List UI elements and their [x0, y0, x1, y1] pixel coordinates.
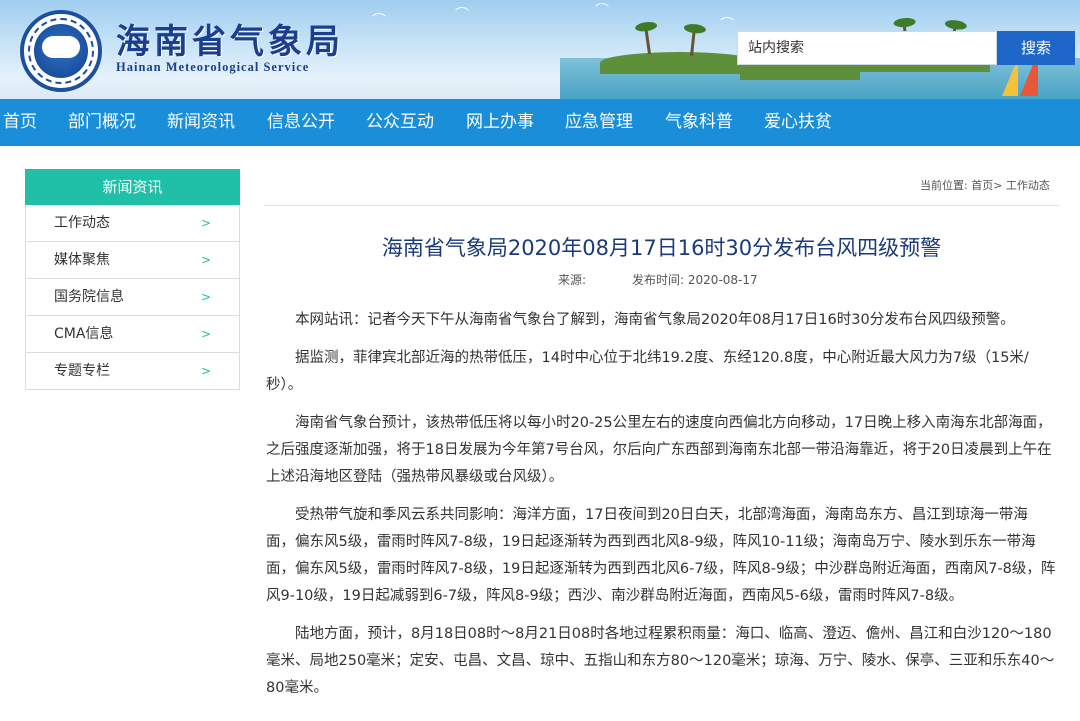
nav-item-about[interactable]: 部门概况 [68, 99, 136, 146]
nav-item-home[interactable]: 首页 [3, 99, 37, 146]
article-source: 来源: [558, 273, 587, 287]
search-input[interactable]: 站内搜索 [737, 31, 997, 65]
sidebar-item-media-focus[interactable]: 媒体聚焦 > [25, 242, 240, 279]
chevron-right-icon: > [200, 253, 211, 267]
nav-item-poverty-relief[interactable]: 爱心扶贫 [764, 99, 832, 146]
bird-icon: ⌒ [372, 13, 386, 29]
article-meta: 来源: 发布时间: 2020-08-17 [558, 271, 804, 288]
palm-tree-icon [644, 28, 651, 55]
nav-item-science[interactable]: 气象科普 [665, 99, 733, 146]
sidebar-item-label: 工作动态 [54, 215, 110, 231]
site-title[interactable]: 海南省气象局 [116, 14, 344, 63]
sidebar-item-label: CMA信息 [54, 326, 114, 342]
nav-item-emergency[interactable]: 应急管理 [565, 99, 633, 146]
bird-icon: ⌒ [720, 17, 734, 33]
chevron-right-icon: > [200, 216, 211, 230]
bird-icon: ⌒ [455, 7, 469, 23]
article-date: 发布时间: 2020-08-17 [632, 273, 758, 287]
chevron-right-icon: > [200, 290, 211, 304]
divider [264, 205, 1059, 206]
article-title: 海南省气象局2020年08月17日16时30分发布台风四级预警 [381, 236, 942, 260]
chevron-right-icon: > [200, 327, 211, 341]
main-nav: 首页 部门概况 新闻资讯 信息公开 公众互动 网上办事 应急管理 气象科普 爱心… [0, 99, 1080, 146]
cloud-icon [42, 36, 80, 58]
sidebar-item-state-council[interactable]: 国务院信息 > [25, 279, 240, 316]
site-subtitle: Hainan Meteorological Service [116, 60, 310, 74]
site-logo[interactable] [20, 10, 102, 92]
nav-item-disclosure[interactable]: 信息公开 [267, 99, 335, 146]
article-paragraph: 海南省气象台预计，该热带低压将以每小时20-25公里左右的速度向西偏北方向移动，… [266, 415, 1052, 485]
article-paragraph: 陆地方面，预计，8月18日08时～8月21日08时各地过程累积雨量：海口、临高、… [266, 626, 1055, 696]
sidebar-heading: 新闻资讯 [25, 169, 240, 205]
sidebar-item-work-news[interactable]: 工作动态 > [25, 205, 240, 242]
article-paragraph: 本网站讯：记者今天下午从海南省气象台了解到，海南省气象局2020年08月17日1… [295, 312, 1015, 328]
site-header: ⌒ ⌒ ⌒ ⌒ 海南省气象局 Hainan Meteorological Ser… [0, 0, 1080, 99]
sidebar: 新闻资讯 工作动态 > 媒体聚焦 > 国务院信息 > CMA信息 > 专题专栏 … [25, 169, 240, 390]
sidebar-item-label: 国务院信息 [54, 289, 124, 305]
sidebar-item-special-topics[interactable]: 专题专栏 > [25, 353, 240, 390]
sidebar-item-label: 媒体聚焦 [54, 252, 110, 268]
article-body: 本网站讯：记者今天下午从海南省气象台了解到，海南省气象局2020年08月17日1… [266, 307, 1056, 713]
sidebar-item-label: 专题专栏 [54, 363, 110, 379]
article-paragraph: 据监测，菲律宾北部近海的热带低压，14时中心位于北纬19.2度、东经120.8度… [266, 350, 1029, 393]
breadcrumb[interactable]: 当前位置: 首页> 工作动态 [920, 177, 1050, 193]
chevron-right-icon: > [200, 364, 211, 378]
nav-item-interaction[interactable]: 公众互动 [366, 99, 434, 146]
search-button[interactable]: 搜索 [997, 31, 1075, 65]
header-island-decoration [600, 52, 760, 74]
sidebar-item-cma[interactable]: CMA信息 > [25, 316, 240, 353]
article-paragraph: 受热带气旋和季风云系共同影响：海洋方面，17日夜间到20日白天，北部湾海面，海南… [266, 507, 1056, 604]
nav-item-online-services[interactable]: 网上办事 [466, 99, 534, 146]
nav-item-news[interactable]: 新闻资讯 [167, 99, 235, 146]
bird-icon: ⌒ [595, 3, 609, 19]
